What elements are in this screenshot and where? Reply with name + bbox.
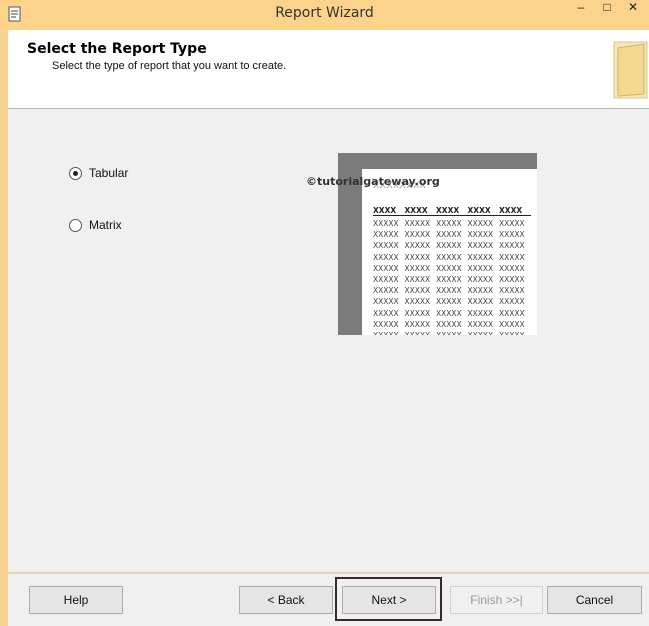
preview-cell: XXXXX [499,241,525,251]
preview-header-cell: XXXX [436,206,460,215]
matrix-radio[interactable] [69,218,82,232]
preview-cell: XXXXX [436,219,462,228]
preview-cell: XXXXX [467,219,494,228]
preview-cell: XXXXX [499,252,525,262]
preview-row: XXXXX XXXXX XXXXX XXXXX XXXXX [373,308,531,319]
report-preview: XXXXXXXX XXXX XXXX XXXX XXXX XXXX XXXXX XXXXX… [306,153,537,335]
preview-cell: XXXXX [404,219,431,228]
preview-cell: XXXXX [467,297,494,307]
preview-cell: XXXXX [373,263,399,273]
preview-cell: XXXXX [404,252,431,262]
preview-cell: XXXXX [436,241,462,251]
preview-cell: XXXXX [404,286,431,296]
title-bar: Report Wizard – □ ✕ [0,0,649,30]
preview-cell: XXXXX [436,274,462,284]
preview-cell: XXXXX [499,219,525,228]
wizard-footer: Help < Back Next > Finish >>| Cancel [8,573,649,626]
wizard-banner-graphic [613,41,648,99]
preview-header-cell: XXXX [467,206,491,215]
preview-cell: XXXXX [467,263,494,273]
option-matrix-label: Matrix [89,218,122,232]
tabular-radio[interactable] [69,166,82,180]
preview-cell: XXXXX [373,230,399,240]
preview-cell: XXXXX [436,252,462,262]
preview-cell: XXXXX [499,263,525,273]
preview-cell: XXXXX [499,308,525,318]
close-icon[interactable]: ✕ [618,0,648,22]
preview-cell: XXXXX [436,308,462,318]
preview-header-row: XXXX XXXX XXXX XXXX XXXX [373,205,531,216]
preview-cell: XXXXX [436,319,462,329]
preview-table: XXXX XXXX XXXX XXXX XXXX XXXXX XXXXX XXXXX XXXX… [373,205,531,335]
preview-cell: XXXXX [373,286,399,296]
help-button[interactable]: Help [29,586,123,614]
preview-cell: XXXXX [499,286,525,296]
preview-cell: XXXXX [373,219,399,228]
preview-row: XXXXX XXXXX XXXXX XXXXX XXXXX [373,274,531,285]
option-tabular[interactable]: Tabular [69,166,128,180]
preview-cell: XXXXX [468,330,500,335]
preview-header-cell: XXXX [499,206,523,215]
preview-cell: XXXXX [436,330,468,335]
preview-cell: XXXXX [404,274,431,284]
preview-cell: XXXXX [436,263,462,273]
preview-cell: XXXXX [373,308,399,318]
finish-button: Finish >>| [450,586,543,614]
preview-cell: XXXXX [499,330,531,335]
preview-cell: XXXXX [467,308,494,318]
preview-row: XXXXX XXXXX XXXXX XXXXX XXXXX [373,263,531,274]
preview-cell: XXXXX [499,230,525,240]
cancel-button[interactable]: Cancel [547,586,642,614]
option-tabular-label: Tabular [89,166,129,180]
preview-cell: XXXXX [405,330,437,335]
preview-cell: XXXXX [373,319,399,329]
preview-cell: XXXXX [499,297,525,307]
preview-cell: XXXXX [373,241,399,251]
preview-cell: XXXXX [467,252,494,262]
preview-row: XXXXX XXXXX XXXXX XXXXX XXXXX [373,229,531,240]
preview-cell: XXXXX [404,263,431,273]
preview-cell: XXXXX [373,297,399,307]
preview-cell: XXXXX [404,308,431,318]
preview-header-cell: XXXX [373,206,397,215]
wizard-header: Select the Report Type Select the type o… [8,30,649,109]
preview-row: XXXXXXXXXXXXXXXXXXXXXXXXX [373,330,531,335]
window-title: Report Wizard [275,5,374,21]
preview-cell: XXXXX [467,230,494,240]
next-button[interactable]: Next > [342,586,436,614]
preview-cell: XXXXX [499,319,525,329]
preview-cell: XXXXX [436,286,462,296]
preview-cell: XXXXX [467,319,494,329]
preview-cell: XXXXX [373,274,399,284]
preview-cell: XXXXX [499,274,525,284]
wizard-content: Tabular Matrix XXXXXXXX XXXX XXXX XXXX XXXX… [8,109,649,572]
page-subtitle: Select the type of report that you want … [52,60,287,72]
watermark-text: ©tutorialgateway.org [306,175,440,188]
option-matrix[interactable]: Matrix [69,218,122,232]
preview-cell: XXXXX [404,241,431,251]
preview-cell: XXXXX [467,286,494,296]
preview-cell: XXXXX [467,274,494,284]
preview-cell: XXXXX [404,297,431,307]
preview-row: XXXXX XXXXX XXXXX XXXXX XXXXX [373,252,531,263]
page-title: Select the Report Type [27,41,207,57]
preview-cell: XXXXX [436,297,462,307]
preview-cell: XXXXX [467,241,494,251]
preview-row: XXXXX XXXXX XXXXX XXXXX XXXXX [373,240,531,251]
preview-page: XXXXXXXX XXXX XXXX XXXX XXXX XXXX XXXXX XXXXX… [362,169,537,335]
preview-header-cell: XXXX [404,206,428,215]
preview-cell: XXXXX [373,252,399,262]
preview-cell: XXXXX [436,230,462,240]
preview-row: XXXXX XXXXX XXXXX XXXXX XXXXX [373,218,531,229]
back-button[interactable]: < Back [239,586,333,614]
preview-row: XXXXX XXXXX XXXXX XXXXX XXXXX [373,296,531,307]
preview-cell: XXXXX [404,319,431,329]
preview-cell: XXXXX [404,230,431,240]
preview-row: XXXXX XXXXX XXXXX XXXXX XXXXX [373,285,531,296]
preview-cell: XXXXX [373,330,405,335]
preview-row: XXXXX XXXXX XXXXX XXXXX XXXXX [373,319,531,330]
